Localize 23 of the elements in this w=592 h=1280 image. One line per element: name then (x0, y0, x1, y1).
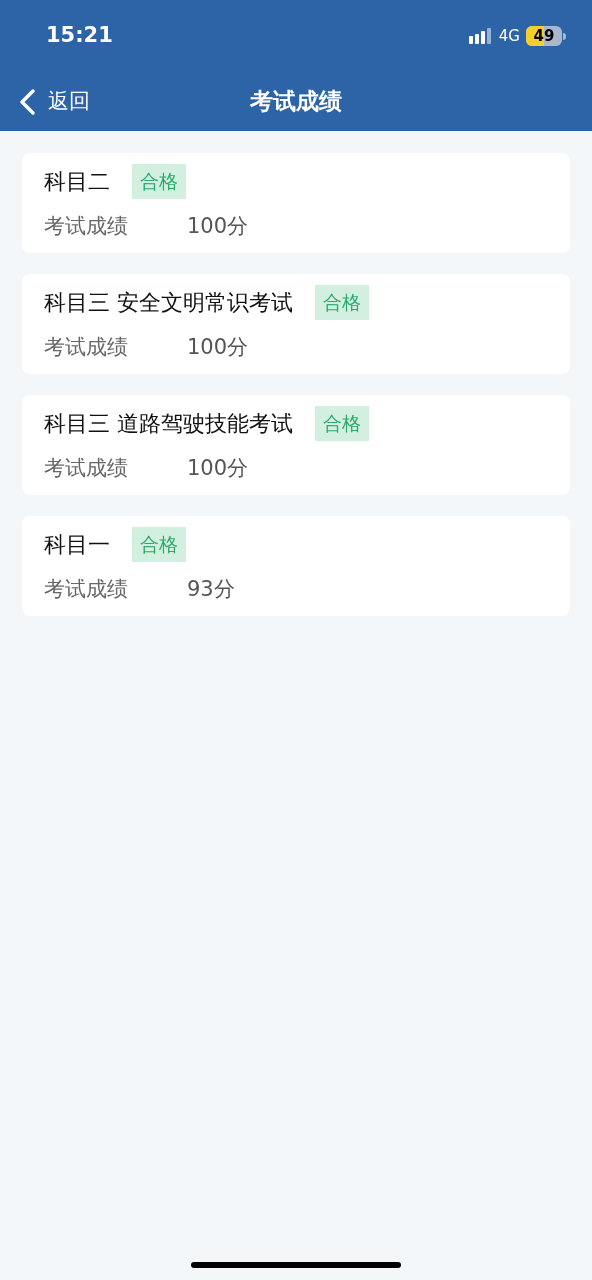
score-label: 考试成绩 (44, 333, 129, 361)
score-value: 100分 (187, 333, 249, 361)
battery-percent: 49 (532, 26, 556, 46)
score-value: 100分 (187, 212, 249, 240)
subject-name: 科目三 安全文明常识考试 (44, 288, 293, 317)
subject-name: 科目一 (44, 530, 110, 559)
page-title: 考试成绩 (250, 87, 342, 117)
status-time: 15:21 (46, 22, 113, 50)
status-tag: 合格 (132, 527, 186, 562)
signal-icon (468, 28, 493, 44)
network-type: 4G (498, 25, 520, 47)
back-button[interactable]: 返回 (18, 85, 90, 118)
status-tag: 合格 (315, 406, 369, 441)
status-tag: 合格 (132, 164, 186, 199)
subject-name: 科目二 (44, 167, 110, 196)
back-chevron-icon (18, 87, 36, 116)
score-value: 93分 (187, 575, 235, 603)
score-label: 考试成绩 (44, 212, 129, 240)
score-label: 考试成绩 (44, 454, 129, 482)
score-label: 考试成绩 (44, 575, 129, 603)
subject-name: 科目三 道路驾驶技能考试 (44, 409, 293, 438)
score-value: 100分 (187, 454, 249, 482)
status-tag: 合格 (315, 285, 369, 320)
